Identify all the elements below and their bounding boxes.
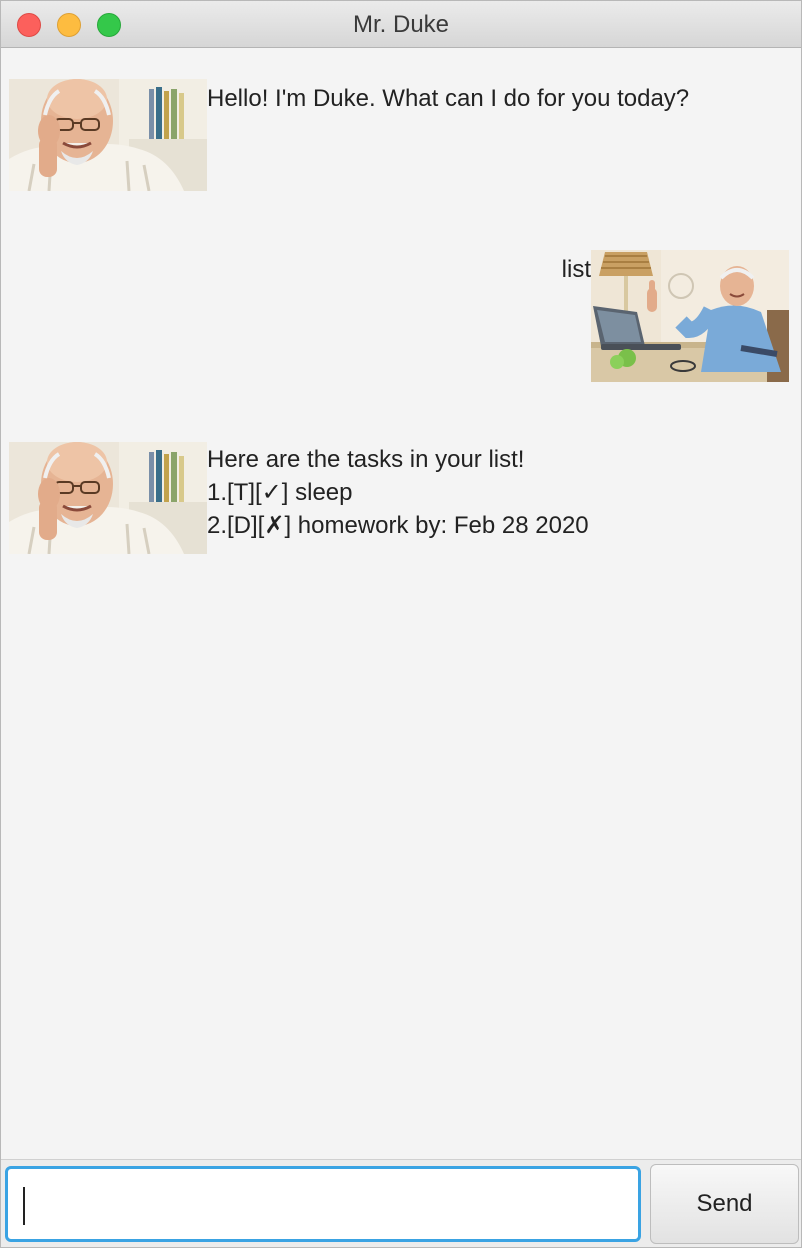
user-avatar (591, 250, 789, 382)
duke-dialog: Here are the tasks in your list! 1.[T][✓]… (1, 441, 801, 555)
window-title: Mr. Duke (352, 11, 450, 38)
user-message: list (562, 253, 591, 286)
duke-message: Here are the tasks in your list! 1.[T][✓]… (207, 443, 589, 542)
message-line: list (561, 256, 591, 283)
user-avatar-image (591, 250, 789, 382)
user-dialog: list (1, 249, 801, 383)
duke-message: Hello! I'm Duke. What can I do for you t… (207, 82, 689, 115)
title-bar: Mr. Duke (1, 1, 801, 48)
text-caret (23, 1187, 25, 1225)
message-line: 2.[D][✗] homework by: Feb 28 2020 (207, 512, 589, 539)
send-button[interactable]: Send (650, 1164, 799, 1244)
message-line: 1.[T][✓] sleep (207, 479, 353, 506)
duke-avatar-image (9, 79, 207, 191)
message-line: Hello! I'm Duke. What can I do for you t… (207, 85, 690, 112)
duke-avatar (9, 442, 207, 554)
duke-avatar (9, 79, 207, 191)
duke-dialog: Hello! I'm Duke. What can I do for you t… (1, 78, 801, 192)
message-input[interactable] (5, 1166, 641, 1242)
input-bar: Send (1, 1159, 801, 1247)
message-line: Here are the tasks in your list! (207, 446, 525, 473)
duke-avatar-image (9, 442, 207, 554)
app-window: Mr. Duke Hello! I'm Duke. What can I do … (0, 0, 802, 1248)
